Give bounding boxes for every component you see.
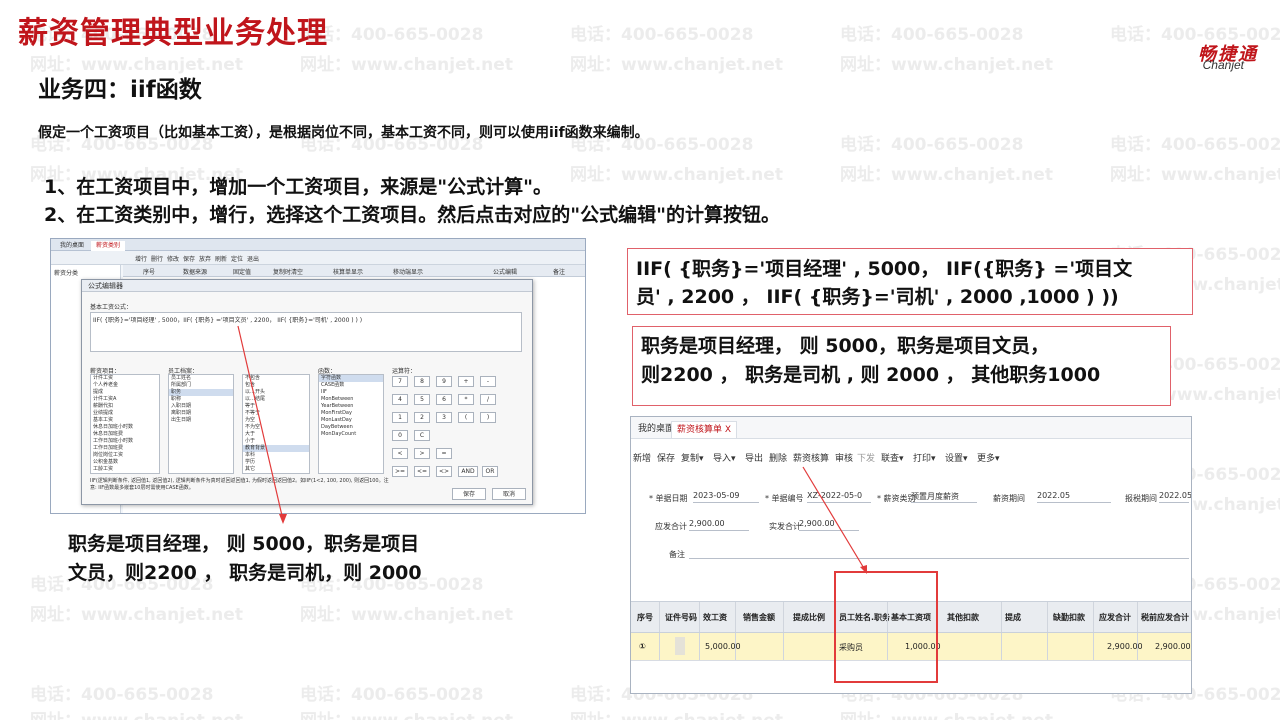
arrow-line bbox=[802, 466, 866, 571]
arrow-head bbox=[860, 565, 867, 574]
arrow-head bbox=[279, 514, 287, 524]
arrow-line bbox=[237, 325, 284, 521]
arrow-overlay bbox=[237, 325, 867, 574]
